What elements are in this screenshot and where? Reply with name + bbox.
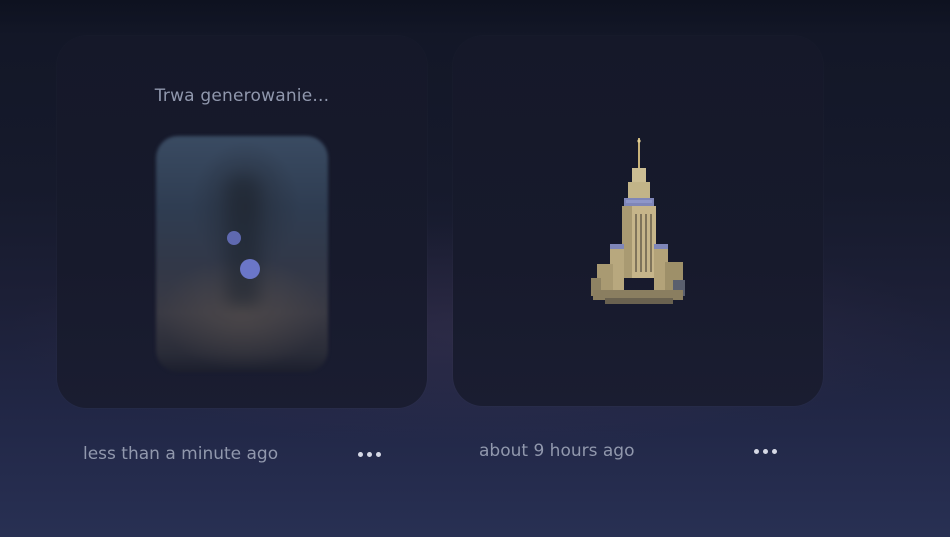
card-2-timestamp: about 9 hours ago bbox=[479, 441, 635, 461]
palace-of-culture-thumbnail[interactable] bbox=[583, 132, 693, 322]
card-1-more-options-button[interactable] bbox=[349, 442, 389, 466]
loading-dot-large bbox=[240, 259, 260, 279]
top-band bbox=[0, 0, 950, 34]
generation-card-complete[interactable] bbox=[453, 36, 823, 406]
generating-status-text: Trwa generowanie... bbox=[154, 86, 330, 106]
generation-card-pending[interactable]: Trwa generowanie... bbox=[57, 36, 427, 408]
loading-dot-small bbox=[227, 231, 241, 245]
more-horizontal-icon bbox=[753, 448, 759, 454]
more-horizontal-icon bbox=[357, 451, 363, 457]
card-1-timestamp: less than a minute ago bbox=[83, 444, 279, 464]
blurred-preview-image bbox=[156, 136, 328, 372]
card-2-more-options-button[interactable] bbox=[745, 439, 785, 463]
